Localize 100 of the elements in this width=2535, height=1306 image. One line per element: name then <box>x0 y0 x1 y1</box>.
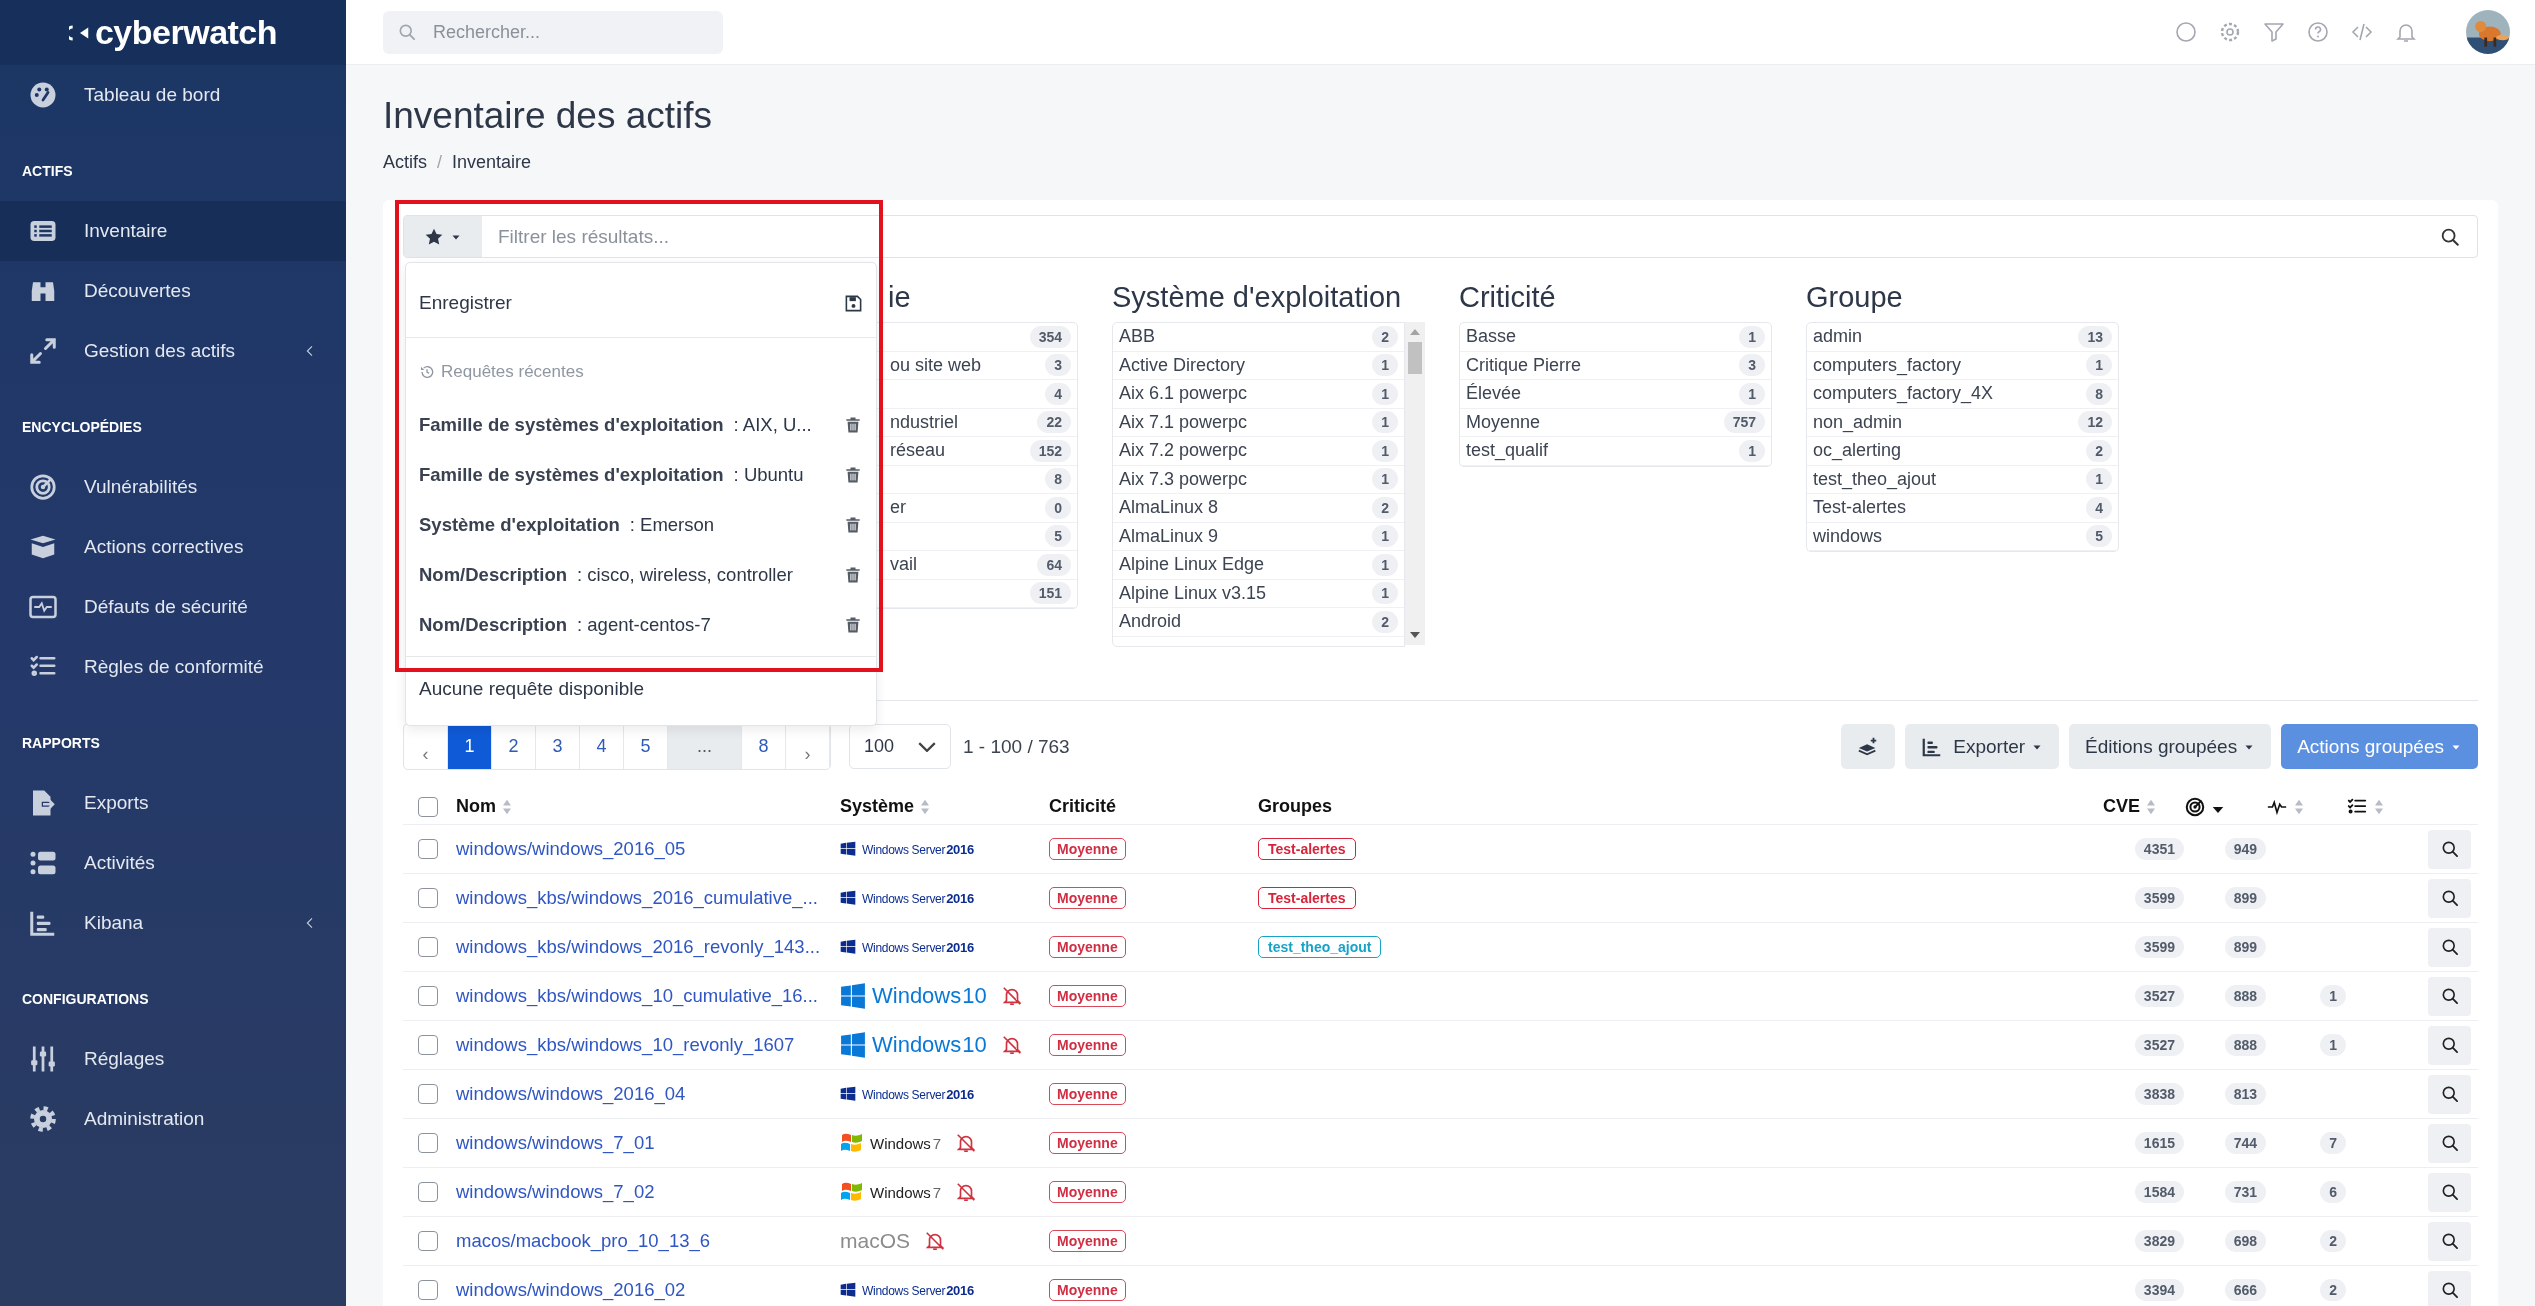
asset-link[interactable]: windows_kbs/windows_2016_cumulative_... <box>456 887 818 909</box>
filter-option[interactable]: test_qualif 1 <box>1460 437 1771 466</box>
filter-option[interactable]: ABB 2 <box>1113 323 1404 352</box>
page-link[interactable]: ... <box>668 724 742 769</box>
filter-option[interactable]: Aix 7.2 powerpc 1 <box>1113 437 1404 466</box>
trash-icon[interactable] <box>843 615 863 635</box>
count-badge: 899 <box>2224 887 2266 909</box>
search-field[interactable]: Rechercher... <box>383 10 723 54</box>
nav-item[interactable]: Administration <box>0 1089 346 1149</box>
filter-option[interactable]: Alpine Linux v3.15 1 <box>1113 579 1404 608</box>
nav-item[interactable]: Activités <box>0 833 346 893</box>
row-checkbox[interactable] <box>418 937 438 957</box>
filter-option[interactable]: windows 5 <box>1807 522 2118 551</box>
recent-query[interactable]: Famille de systèmes d'exploitation : AIX, U... <box>419 414 841 436</box>
filter-option[interactable]: test_theo_ajout 1 <box>1807 465 2118 494</box>
nav-item[interactable]: Actions correctives <box>0 517 346 577</box>
view-button[interactable] <box>2428 927 2471 967</box>
asset-link[interactable]: windows_kbs/windows_2016_revonly_143... <box>456 936 821 958</box>
nav-item[interactable]: Réglages <box>0 1029 346 1089</box>
nav-item[interactable]: Inventaire <box>0 201 346 261</box>
view-button[interactable] <box>2428 878 2471 918</box>
filter-option[interactable]: Aix 7.1 powerpc 1 <box>1113 408 1404 437</box>
recent-query[interactable]: Système d'exploitation : Emerson <box>419 514 841 536</box>
row-checkbox[interactable] <box>418 1280 438 1300</box>
group-tag[interactable]: Test-alertes <box>1258 838 1356 860</box>
saved-queries-button[interactable] <box>404 216 482 257</box>
filter-option[interactable]: oc_alerting 2 <box>1807 437 2118 466</box>
filter-option[interactable]: admin 13 <box>1807 323 2118 352</box>
filter-option[interactable]: Alpine Linux Edge 1 <box>1113 551 1404 580</box>
view-button[interactable] <box>2428 1025 2471 1065</box>
filter-option[interactable]: non_admin 12 <box>1807 408 2118 437</box>
nav-item[interactable]: Exports <box>0 773 346 833</box>
row-checkbox[interactable] <box>418 1182 438 1202</box>
view-button[interactable] <box>2428 1172 2471 1212</box>
asset-link[interactable]: windows/windows_7_01 <box>456 1132 655 1154</box>
asset-link[interactable]: windows/windows_2016_05 <box>456 838 686 860</box>
view-button[interactable] <box>2428 1074 2471 1114</box>
filter-option[interactable]: AlmaLinux 8 2 <box>1113 494 1404 523</box>
recent-query[interactable]: Nom/Description : cisco, wireless, controller <box>419 564 841 586</box>
row-checkbox[interactable] <box>418 986 438 1006</box>
recent-query[interactable]: Nom/Description : agent-centos-7 <box>419 614 841 636</box>
nav-item[interactable]: Défauts de sécurité <box>0 577 346 637</box>
nav-item[interactable]: Règles de conformité <box>0 637 346 697</box>
column-header[interactable]: Groupes <box>1258 796 1332 817</box>
filter-option[interactable]: computers_factory_4X 8 <box>1807 380 2118 409</box>
filter-option[interactable]: Basse 1 <box>1460 323 1771 352</box>
page-link[interactable]: 1 <box>448 724 492 769</box>
column-header[interactable]: Criticité <box>1049 796 1117 817</box>
nav-item[interactable]: Kibana <box>0 893 346 953</box>
group-tag[interactable]: Test-alertes <box>1258 887 1356 909</box>
asset-link[interactable]: windows_kbs/windows_10_cumulative_16... <box>456 985 818 1007</box>
breadcrumb-link[interactable]: Inventaire <box>452 152 532 174</box>
filter-option[interactable]: Active Directory 1 <box>1113 351 1404 380</box>
asset-link[interactable]: windows/windows_2016_02 <box>456 1279 686 1301</box>
trash-icon[interactable] <box>843 565 863 585</box>
view-button[interactable] <box>2428 1270 2471 1306</box>
export-button[interactable]: Exporter <box>1905 724 2060 769</box>
trash-icon[interactable] <box>843 465 863 485</box>
filter-field[interactable]: Filtrer les résultats... <box>403 215 2478 258</box>
row-checkbox[interactable] <box>418 839 438 859</box>
row-checkbox[interactable] <box>418 1231 438 1251</box>
trash-icon[interactable] <box>843 515 863 535</box>
filter-option[interactable]: Aix 7.3 powerpc 1 <box>1113 465 1404 494</box>
column-header[interactable]: Système <box>840 796 931 817</box>
asset-link[interactable]: windows_kbs/windows_10_revonly_1607 <box>456 1034 795 1056</box>
view-button[interactable] <box>2428 1123 2471 1163</box>
asset-link[interactable]: windows/windows_2016_04 <box>456 1083 686 1105</box>
breadcrumb-link[interactable]: Actifs <box>383 152 427 174</box>
row-checkbox[interactable] <box>418 1035 438 1055</box>
column-header[interactable]: CVE <box>2103 796 2156 817</box>
filter-option[interactable]: Aix 6.1 powerpc 1 <box>1113 380 1404 409</box>
filter-option[interactable]: Moyenne 757 <box>1460 408 1771 437</box>
row-checkbox[interactable] <box>418 888 438 908</box>
scrollbar[interactable] <box>1405 322 1425 645</box>
view-button[interactable] <box>2428 976 2471 1016</box>
trash-icon[interactable] <box>843 415 863 435</box>
nav-item[interactable]: Gestion des actifs <box>0 321 346 381</box>
filter-option[interactable]: Élevée 1 <box>1460 380 1771 409</box>
nav-item[interactable]: Tableau de bord <box>0 65 346 125</box>
view-button[interactable] <box>2428 829 2471 869</box>
view-button[interactable] <box>2428 1221 2471 1261</box>
filter-option[interactable]: Critique Pierre 3 <box>1460 351 1771 380</box>
row-checkbox[interactable] <box>418 1084 438 1104</box>
nav-item[interactable]: Vulnérabilités <box>0 457 346 517</box>
asset-link[interactable]: windows/windows_7_02 <box>456 1181 655 1203</box>
layers-button[interactable] <box>1841 724 1896 769</box>
column-header[interactable]: Nom <box>456 796 512 817</box>
filter-option[interactable]: Android 2 <box>1113 608 1404 637</box>
select-all-checkbox[interactable] <box>418 796 438 817</box>
recent-query[interactable]: Famille de systèmes d'exploitation : Ubuntu <box>419 464 841 486</box>
menu-heading: Requêtes récentes <box>441 362 584 382</box>
filter-option[interactable]: AlmaLinux 9 1 <box>1113 522 1404 551</box>
column-header[interactable] <box>2184 795 2224 818</box>
row-checkbox[interactable] <box>418 1133 438 1153</box>
filter-option[interactable]: Test-alertes 4 <box>1807 494 2118 523</box>
filter-option[interactable]: computers_factory 1 <box>1807 351 2118 380</box>
logo-text[interactable]: cyberwatch <box>94 13 278 52</box>
nav-item[interactable]: Découvertes <box>0 261 346 321</box>
bulk-edit-button[interactable]: Éditions groupées <box>2069 724 2272 769</box>
asset-link[interactable]: macos/macbook_pro_10_13_6 <box>456 1230 711 1252</box>
